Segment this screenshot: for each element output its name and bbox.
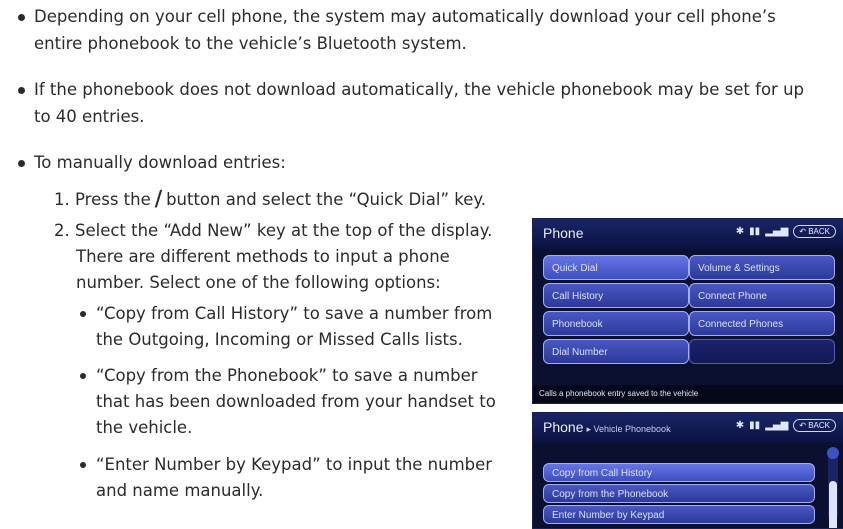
step-1-text-a: 1. Press the [54, 190, 151, 209]
phone-handset-icon: / [152, 185, 165, 211]
option-text: that has been downloaded from your hands… [96, 392, 496, 411]
bullet-dot [18, 87, 25, 94]
bullet-text: To manually download entries: [34, 153, 286, 172]
scrollbar[interactable] [828, 453, 838, 528]
enter-keypad-item[interactable]: Enter Number by Keypad [543, 505, 815, 524]
back-button[interactable]: ↶ BACK [793, 419, 836, 432]
back-label: BACK [808, 421, 830, 430]
screen-subtitle: ▸ Vehicle Phonebook [586, 424, 671, 434]
dial-number-button[interactable]: Dial Number [543, 339, 689, 364]
call-history-button[interactable]: Call History [543, 283, 689, 308]
quick-dial-button[interactable]: Quick Dial [543, 255, 689, 280]
battery-icon: ▮▮ [749, 420, 761, 431]
bullet-dot [18, 14, 25, 21]
battery-icon: ▮▮ [749, 226, 761, 237]
signal-icon: ▂▄▆ [765, 420, 789, 431]
option-text: “Enter Number by Keypad” to input the nu… [96, 455, 493, 474]
connect-phone-button[interactable]: Connect Phone [689, 283, 835, 308]
scroll-up-icon[interactable] [827, 447, 839, 459]
sub-bullet-dot [80, 311, 86, 317]
step-1: 1. Press the/button and select the “Quic… [54, 186, 486, 212]
option-text: the vehicle. [96, 418, 193, 437]
status-icons: ✱ ▮▮ ▂▄▆ ↶ BACK [736, 225, 836, 238]
step-2-line: There are different methods to input a p… [76, 247, 450, 266]
step-2-line: number. Select one of the following opti… [76, 273, 441, 292]
step-2-line: 2. Select the “Add New” key at the top o… [54, 221, 493, 240]
back-button[interactable]: ↶ BACK [793, 225, 836, 238]
bullet-text: If the phonebook does not download autom… [34, 80, 804, 99]
copy-call-history-item[interactable]: Copy from Call History [543, 463, 815, 482]
bullet-text: entire phonebook to the vehicle’s Blueto… [34, 34, 467, 53]
option-text: and name manually. [96, 481, 264, 500]
screen-title: Phone [543, 225, 584, 241]
bluetooth-icon: ✱ [735, 420, 745, 431]
step-1-text-b: button and select the “Quick Dial” key. [166, 190, 487, 209]
screen-footer: Calls a phonebook entry saved to the veh… [533, 385, 843, 403]
bullet-text: to 40 entries. [34, 107, 145, 126]
bluetooth-icon: ✱ [735, 226, 745, 237]
screen-title: Phone ▸ Vehicle Phonebook [543, 419, 671, 435]
phone-menu-screen: Phone ✱ ▮▮ ▂▄▆ ↶ BACK Quick Dial Call Hi… [532, 218, 843, 404]
vehicle-phonebook-screen: Phone ▸ Vehicle Phonebook ✱ ▮▮ ▂▄▆ ↶ BACK… [532, 412, 843, 529]
bullet-text: Depending on your cell phone, the system… [34, 7, 776, 26]
connected-phones-button[interactable]: Connected Phones [689, 311, 835, 336]
bullet-dot [18, 160, 25, 167]
empty-slot [689, 339, 835, 364]
screen-title-main: Phone [543, 419, 584, 435]
sub-bullet-dot [80, 373, 86, 379]
sub-bullet-dot [80, 462, 86, 468]
scrollbar-thumb[interactable] [829, 481, 837, 528]
back-label: BACK [808, 227, 830, 236]
option-text: “Copy from the Phonebook” to save a numb… [96, 366, 478, 385]
phonebook-button[interactable]: Phonebook [543, 311, 689, 336]
volume-settings-button[interactable]: Volume & Settings [689, 255, 835, 280]
status-icons: ✱ ▮▮ ▂▄▆ ↶ BACK [736, 419, 836, 432]
signal-icon: ▂▄▆ [765, 226, 789, 237]
option-text: the Outgoing, Incoming or Missed Calls l… [96, 330, 463, 349]
option-text: “Copy from Call History” to save a numbe… [96, 304, 493, 323]
copy-phonebook-item[interactable]: Copy from the Phonebook [543, 484, 815, 503]
